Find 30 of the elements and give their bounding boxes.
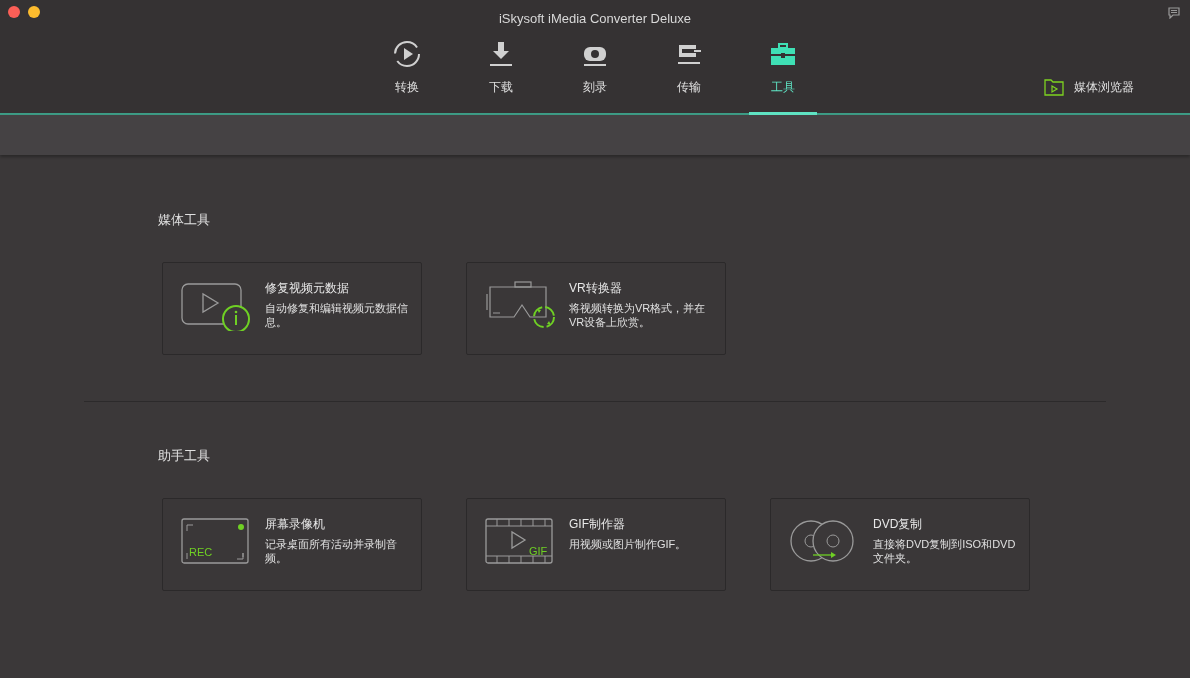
tool-card[interactable]: REC 屏幕录像机 记录桌面所有活动并录制音频。 <box>162 498 422 591</box>
tool-title: VR转换器 <box>569 280 623 296</box>
tool-description: 自动修复和编辑视频元数据信息。 <box>265 301 409 329</box>
window-title: iSkysoft iMedia Converter Deluxe <box>498 11 692 26</box>
tool-title: 修复视频元数据 <box>265 280 350 296</box>
tool-card[interactable]: GIF GIF制作器 用视频或图片制作GIF。 <box>466 498 726 591</box>
screen-recorder-icon: REC <box>179 515 251 567</box>
film-strip-icon: GIF <box>483 515 555 567</box>
toolbar-tab[interactable]: 下载 <box>467 36 535 115</box>
minimize-button[interactable] <box>28 6 40 18</box>
toolbar-tab[interactable]: 传输 <box>655 36 723 115</box>
section-title: 助手工具 <box>158 448 210 463</box>
tool-title: 屏幕录像机 <box>265 516 326 532</box>
toolbar-tab[interactable]: 转换 <box>373 36 441 115</box>
tool-card[interactable]: VR转换器 将视频转换为VR格式，并在VR设备上欣赏。 <box>466 262 726 355</box>
media-browser-button[interactable]: 媒体浏览器 <box>1044 78 1134 96</box>
tool-title: DVD复制 <box>873 516 924 532</box>
convert-icon <box>392 39 422 69</box>
section-title: 媒体工具 <box>158 212 210 227</box>
close-button[interactable] <box>8 6 20 18</box>
tool-description: 将视频转换为VR格式，并在VR设备上欣赏。 <box>569 301 707 329</box>
tool-title: GIF制作器 <box>569 516 626 532</box>
tool-description: 记录桌面所有活动并录制音频。 <box>265 537 398 565</box>
folder-play-icon <box>1044 78 1064 96</box>
chat-icon[interactable] <box>1168 7 1180 19</box>
tool-description: 用视频或图片制作GIF。 <box>569 537 688 551</box>
tool-card[interactable]: DVD复制 直接将DVD复制到ISO和DVD文件夹。 <box>770 498 1030 591</box>
vr-headset-icon <box>483 279 555 331</box>
tool-description: 直接将DVD复制到ISO和DVD文件夹。 <box>873 537 1017 565</box>
tool-card[interactable]: 修复视频元数据 自动修复和编辑视频元数据信息。 <box>162 262 422 355</box>
